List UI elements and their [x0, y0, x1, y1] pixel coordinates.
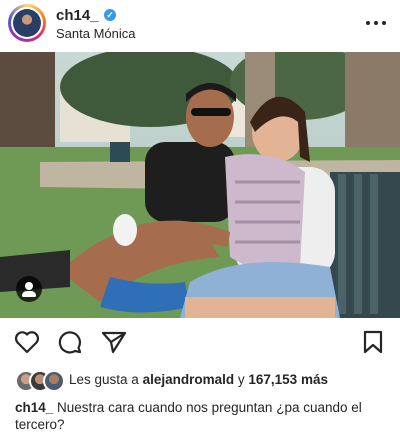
post-caption: ch14_ Nuestra cara cuando nos preguntan …	[15, 399, 385, 433]
post-header: ch14_ ✓ Santa Mónica	[0, 0, 400, 52]
post-username[interactable]: ch14_	[56, 7, 99, 24]
likes-prefix: Les gusta a	[69, 372, 139, 387]
bookmark-icon[interactable]	[362, 330, 384, 354]
liker-avatar	[43, 370, 65, 392]
photo-illustration	[0, 52, 400, 318]
post-actions	[0, 328, 400, 358]
likes-text: Les gusta a alejandromald y 167,153 más	[69, 372, 328, 387]
liker-username[interactable]: alejandromald	[143, 372, 235, 387]
caption-username[interactable]: ch14_	[15, 400, 53, 415]
send-icon[interactable]	[101, 330, 127, 354]
post-location[interactable]: Santa Mónica	[56, 26, 136, 41]
likes-count[interactable]: 167,153 más	[248, 372, 328, 387]
user-tag-icon[interactable]	[16, 276, 42, 302]
comment-icon[interactable]	[58, 330, 82, 354]
likes-summary[interactable]: Les gusta a alejandromald y 167,153 más	[0, 370, 400, 392]
likes-connector: y	[237, 372, 245, 387]
more-options-icon[interactable]	[364, 12, 388, 32]
profile-avatar[interactable]	[8, 4, 46, 42]
verified-badge-icon: ✓	[104, 9, 116, 21]
caption-text: Nuestra cara cuando nos preguntan ¿pa cu…	[15, 400, 362, 432]
heart-icon[interactable]	[14, 330, 40, 354]
post-photo[interactable]	[0, 52, 400, 318]
